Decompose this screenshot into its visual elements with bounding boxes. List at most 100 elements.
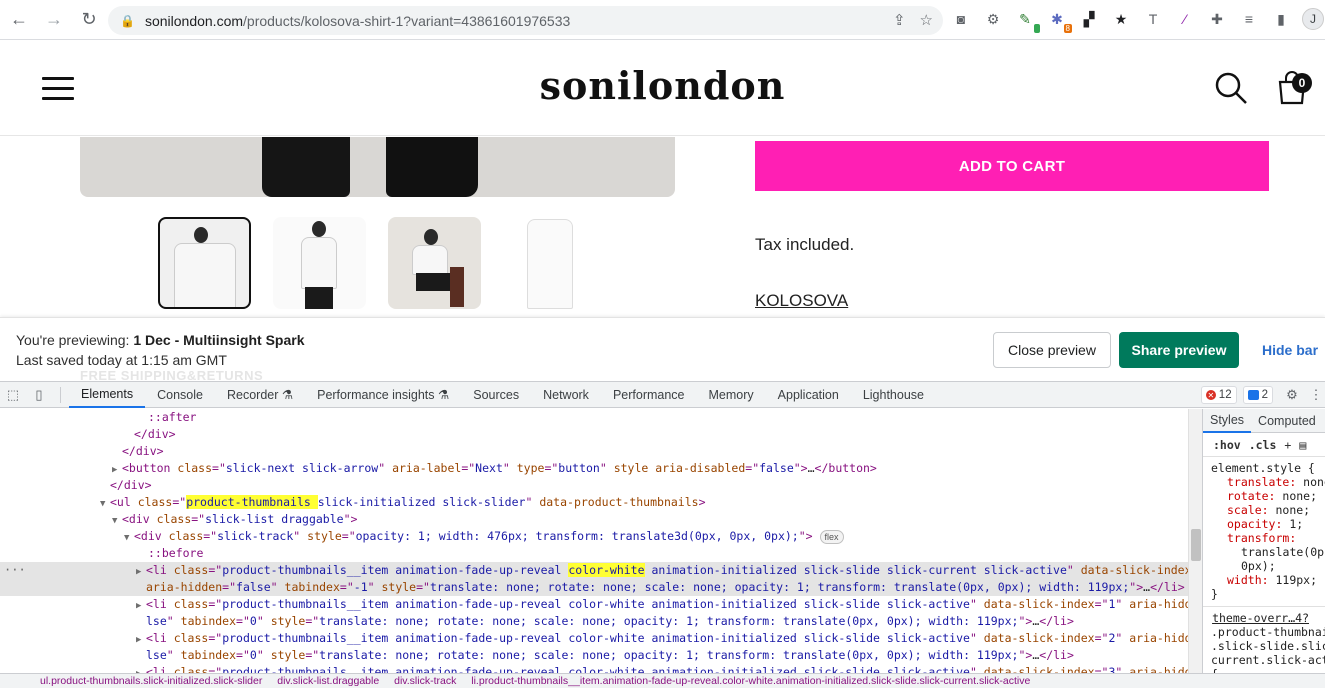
computed-sidebar-icon[interactable]: ▤	[1299, 438, 1306, 452]
errors-counter[interactable]: ✕ 12	[1200, 386, 1237, 404]
breadcrumb-item[interactable]: li.product-thumbnails__item.animation-fa…	[471, 675, 1030, 687]
class-toggle[interactable]: .cls	[1249, 438, 1277, 452]
cycle-extension-icon[interactable]: ⚙	[982, 8, 1004, 30]
dom-node[interactable]: ▶ <button class="slick-next slick-arrow" …	[0, 460, 1188, 477]
dom-node[interactable]: ▼ <div class="slick-list draggable">	[0, 511, 1188, 528]
dom-node-selected[interactable]: aria-hidden="false" tabindex="-1" style=…	[0, 579, 1188, 596]
tax-note: Tax included.	[755, 235, 855, 254]
address-bar[interactable]: 🔒 sonilondon.com/products/kolosova-shirt…	[108, 6, 943, 35]
dom-node[interactable]: </div>	[0, 426, 1188, 443]
forward-icon[interactable]: →	[38, 4, 70, 36]
dom-node[interactable]: ▼ <div class="slick-track" style="opacity…	[0, 528, 1188, 545]
dom-node[interactable]: ▼ <ul class="product-thumbnails slick-ini…	[0, 494, 1188, 511]
theme-name: 1 Dec - Multiinsight Spark	[133, 332, 305, 348]
dom-node[interactable]: </div>	[0, 477, 1188, 494]
stylesheet-source-link[interactable]: theme-overr…4?	[1211, 611, 1317, 625]
hover-state-toggle[interactable]: :hov	[1213, 438, 1241, 452]
reading-list-icon[interactable]: ≡	[1238, 8, 1260, 30]
tab-styles[interactable]: Styles	[1203, 409, 1252, 433]
rule-selector: .product-thumbnai	[1211, 625, 1325, 639]
dom-breadcrumbs: ul.product-thumbnails.slick-initialized.…	[0, 673, 1325, 688]
url-host: sonilondon.com	[144, 12, 244, 29]
puzzle-extensions-icon[interactable]: ✚	[1206, 8, 1228, 30]
side-panel-icon[interactable]: ▮	[1270, 8, 1292, 30]
style-property[interactable]: transform:	[1211, 531, 1317, 545]
devtools-tabbar: ⬚ ▯ Elements Console Recorder ⚗ Performa…	[0, 382, 1325, 408]
style-property[interactable]: rotate: none;	[1211, 489, 1317, 503]
share-icon[interactable]: ⇪	[893, 11, 906, 29]
tab-elements[interactable]: Elements	[69, 382, 146, 408]
tab-memory[interactable]: Memory	[697, 382, 766, 408]
tab-performance[interactable]: Performance	[601, 382, 697, 408]
breadcrumb-item[interactable]: div.slick-list.draggable	[277, 675, 379, 687]
hide-bar-link[interactable]: Hide bar	[1262, 342, 1318, 358]
text-extension-icon[interactable]: T	[1142, 8, 1164, 30]
vendor-link[interactable]: KOLOSOVA	[755, 291, 848, 311]
elements-tree[interactable]: ::after </div> </div> ▶ <button class="sl…	[0, 409, 1188, 673]
style-property-value[interactable]: translate(0p	[1211, 545, 1324, 559]
dom-node[interactable]: </div>	[0, 443, 1188, 460]
product-thumbnail[interactable]	[158, 217, 251, 309]
breadcrumb-item[interactable]: ul.product-thumbnails.slick-initialized.…	[40, 675, 262, 687]
breadcrumb-item[interactable]: div.slick-track	[394, 675, 456, 687]
product-thumbnails	[158, 217, 596, 309]
product-thumbnail[interactable]	[273, 217, 366, 309]
tab-performance-insights[interactable]: Performance insights ⚗	[305, 382, 461, 408]
product-main-image	[80, 137, 675, 197]
style-property[interactable]: opacity: 1;	[1211, 517, 1317, 531]
flex-badge[interactable]: flex	[819, 530, 844, 544]
tab-network[interactable]: Network	[531, 382, 601, 408]
tab-recorder[interactable]: Recorder ⚗	[215, 382, 305, 408]
url-path: /products/kolosova-shirt-1?variant=43861…	[243, 12, 571, 29]
style-property[interactable]: width: 119px;	[1211, 573, 1317, 587]
tab-computed[interactable]: Computed	[1251, 409, 1323, 433]
back-icon[interactable]: ←	[3, 4, 35, 36]
site-header: sonilondon 0	[0, 41, 1325, 136]
product-thumbnail[interactable]	[503, 217, 596, 309]
flask-icon: ⚗	[281, 388, 294, 402]
camera-extension-icon[interactable]: ◙	[950, 8, 972, 30]
elements-scrollbar[interactable]	[1188, 409, 1202, 673]
settings-gear-icon[interactable]: ⚙	[1279, 382, 1305, 408]
eyedropper-extension-icon[interactable]: ✎	[1014, 8, 1040, 33]
add-to-cart-button[interactable]: ADD TO CART	[755, 141, 1269, 191]
tab-sources[interactable]: Sources	[461, 382, 531, 408]
style-property[interactable]: scale: none;	[1211, 503, 1317, 517]
style-property[interactable]: translate: none	[1211, 475, 1325, 489]
inspect-element-icon[interactable]: ⬚	[0, 382, 26, 408]
snowflake-extension-icon[interactable]: ✱ 8	[1046, 8, 1072, 33]
star-box-extension-icon[interactable]: ★	[1110, 8, 1132, 30]
styles-pane: Styles Computed :hov .cls + ▤ element.st…	[1202, 409, 1325, 673]
bookmark-star-icon[interactable]: ☆	[920, 11, 933, 29]
product-thumbnail[interactable]	[388, 217, 481, 309]
style-property-value[interactable]: 0px);	[1211, 559, 1317, 573]
dom-node[interactable]: ▶<li class="product-thumbnails__item ani…	[0, 630, 1188, 647]
more-dots-icon[interactable]: ···	[4, 562, 26, 579]
device-toolbar-icon[interactable]: ▯	[26, 382, 52, 408]
more-options-icon[interactable]: ⋮	[1310, 382, 1323, 408]
site-logo[interactable]: sonilondon	[0, 63, 1325, 108]
search-icon[interactable]	[1214, 71, 1248, 105]
dom-node-selected[interactable]: ··· ▶ <li class="product-thumbnails__item …	[0, 562, 1188, 579]
dom-node[interactable]: ::before	[0, 545, 1188, 562]
tab-application[interactable]: Application	[766, 382, 851, 408]
ruler-extension-icon[interactable]: ▞	[1078, 8, 1100, 30]
add-rule-icon[interactable]: +	[1284, 438, 1291, 452]
dom-node[interactable]: ▶<li class="product-thumbnails__item ani…	[0, 596, 1188, 613]
dom-node[interactable]: lse" tabindex="0" style="translate: none…	[0, 647, 1188, 664]
flask-icon: ⚗	[438, 388, 450, 402]
reload-icon[interactable]: ↻	[73, 4, 105, 36]
dom-node[interactable]: lse" tabindex="0" style="translate: none…	[0, 613, 1188, 630]
cart-count-badge: 0	[1292, 73, 1312, 93]
dom-node[interactable]: ▶<li class="product-thumbnails__item ani…	[0, 664, 1188, 673]
tab-console[interactable]: Console	[145, 382, 215, 408]
dom-node[interactable]: ::after	[0, 409, 1188, 426]
close-preview-button[interactable]: Close preview	[993, 332, 1111, 368]
share-preview-button[interactable]: Share preview	[1119, 332, 1239, 368]
tab-lighthouse[interactable]: Lighthouse	[851, 382, 936, 408]
element-style-selector: element.style {	[1211, 461, 1315, 475]
rule-close-brace: }	[1211, 587, 1218, 601]
feather-extension-icon[interactable]: ⁄	[1174, 8, 1196, 30]
profile-avatar[interactable]: J	[1302, 8, 1324, 30]
messages-counter[interactable]: 2	[1242, 386, 1273, 404]
